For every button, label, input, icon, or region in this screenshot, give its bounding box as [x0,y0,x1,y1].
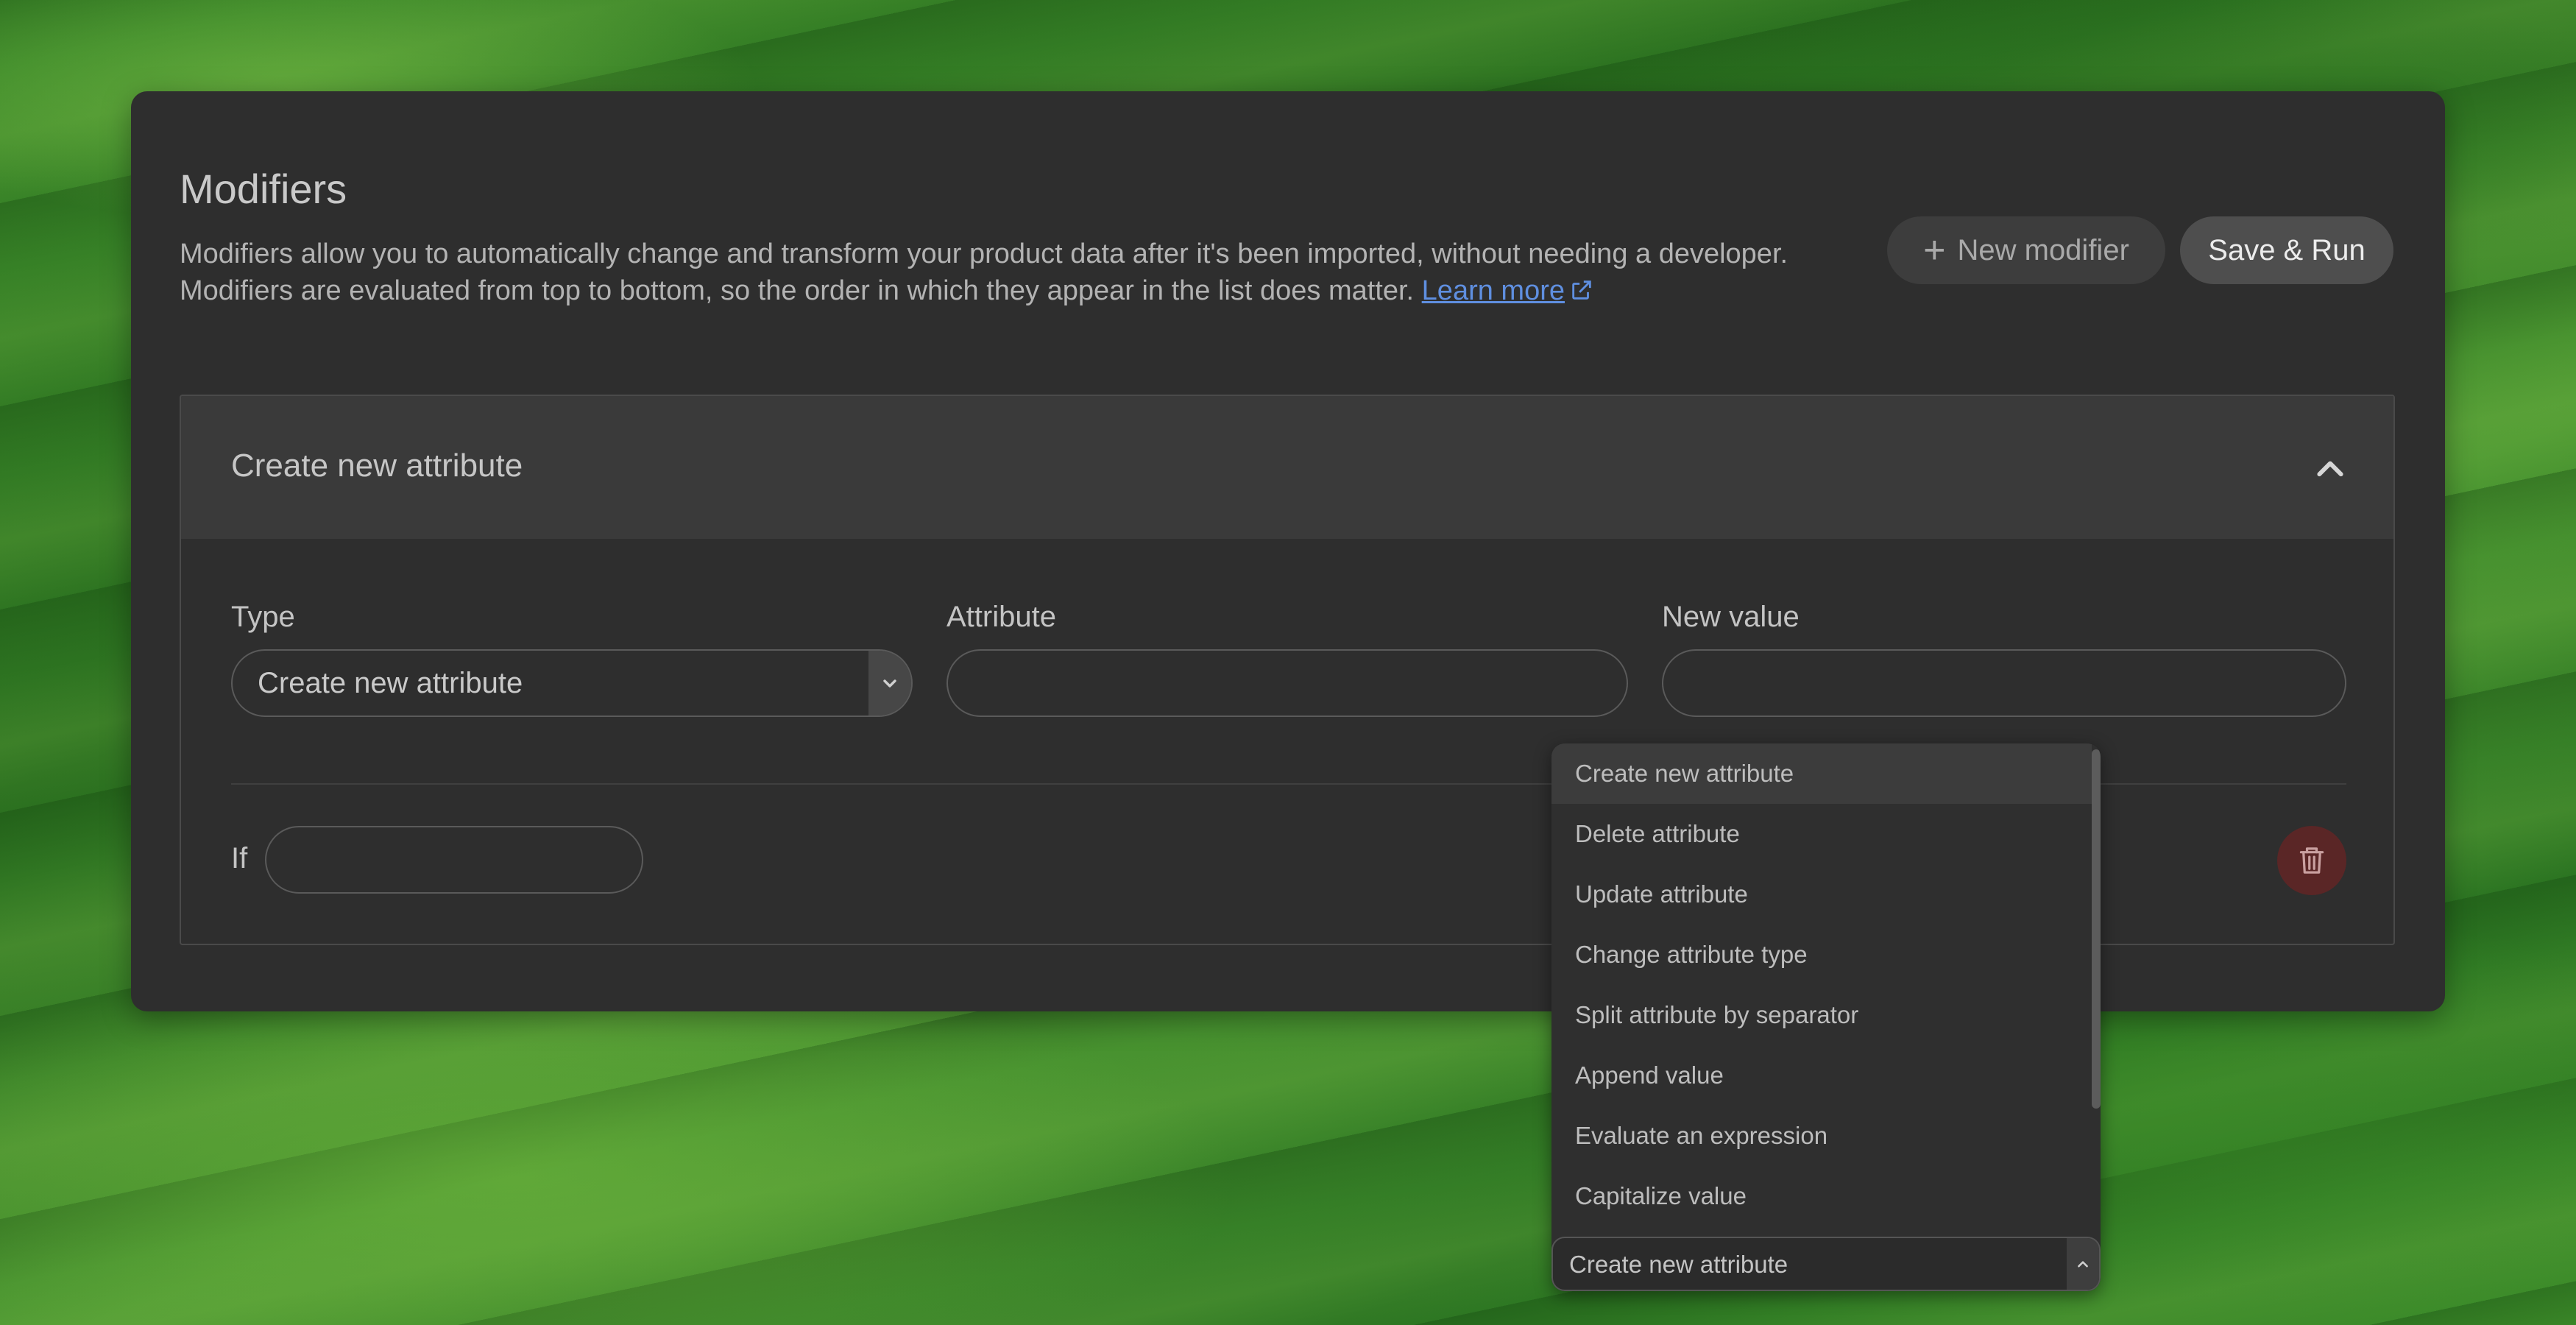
learn-more-link[interactable]: Learn more [1422,275,1594,306]
page-title: Modifiers [180,166,347,212]
modifier-card-title: Create new attribute [231,448,523,484]
description-line-2-text: Modifiers are evaluated from top to bott… [180,275,1415,306]
type-dropdown-menu: Create new attribute Delete attribute Up… [1551,743,2101,1291]
new-value-input[interactable] [1662,649,2346,717]
dropdown-selected-value: Create new attribute [1569,1251,1788,1278]
type-select[interactable]: Create new attribute [231,649,913,717]
dropdown-option[interactable]: Delete attribute [1551,804,2092,864]
dropdown-option[interactable]: Create new attribute [1551,743,2092,804]
if-label: If [231,842,248,875]
new-modifier-label: New modifier [1957,233,2129,266]
chevron-down-icon[interactable] [868,651,911,716]
trash-icon [2299,847,2324,874]
if-condition-input[interactable] [265,826,643,894]
description-line-2: Modifiers are evaluated from top to bott… [180,272,1902,309]
attribute-label: Attribute [946,601,1056,633]
type-select-value: Create new attribute [258,667,523,699]
modifier-card-header[interactable]: Create new attribute [181,396,2393,539]
dropdown-option[interactable]: Append value [1551,1045,2092,1106]
new-modifier-button[interactable]: + New modifier [1887,216,2165,284]
learn-more-label: Learn more [1421,275,1565,306]
save-run-button[interactable]: Save & Run [2180,216,2393,284]
delete-modifier-button[interactable] [2277,826,2346,895]
dropdown-selected-field[interactable]: Create new attribute [1551,1237,2101,1291]
attribute-input[interactable] [946,649,1628,717]
new-value-label: New value [1662,601,1800,633]
save-run-label: Save & Run [2208,233,2366,266]
dropdown-scrollbar-thumb[interactable] [2092,749,2101,1109]
plus-icon: + [1923,229,1946,272]
chevron-up-icon[interactable] [2067,1238,2099,1290]
dropdown-option[interactable]: Update attribute [1551,864,2092,925]
dropdown-option[interactable]: Change attribute type [1551,925,2092,985]
description-line-1: Modifiers allow you to automatically cha… [180,239,1788,269]
external-link-icon [1572,280,1591,300]
dropdown-option[interactable]: Evaluate an expression [1551,1106,2092,1166]
dropdown-option[interactable]: Split attribute by separator [1551,985,2092,1045]
type-label: Type [231,601,295,633]
chevron-up-icon[interactable] [2314,453,2346,481]
page-description: Modifiers allow you to automatically cha… [180,236,1902,309]
dropdown-option[interactable]: Capitalize value [1551,1166,2092,1226]
dropdown-scrollbar[interactable] [2092,743,2101,1237]
